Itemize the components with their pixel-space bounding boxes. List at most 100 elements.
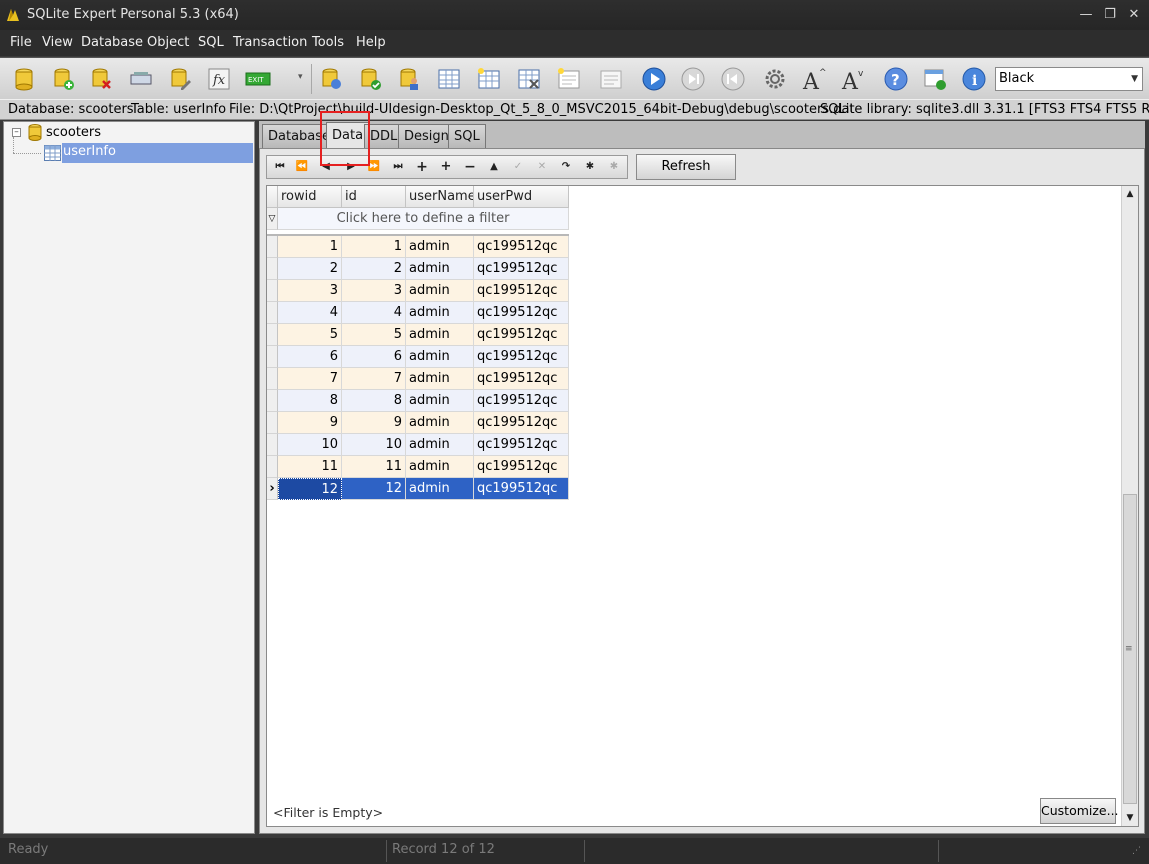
table-cell[interactable]: 8 (278, 390, 342, 412)
scroll-up-icon[interactable]: ▲ (1122, 186, 1138, 202)
row-indicator[interactable] (267, 302, 278, 324)
table-cell[interactable]: admin (406, 280, 474, 302)
table-cell[interactable]: admin (406, 412, 474, 434)
row-indicator[interactable] (267, 434, 278, 456)
row-indicator[interactable] (267, 346, 278, 368)
table-tools-icon[interactable] (436, 66, 462, 92)
table-cell[interactable]: admin (406, 324, 474, 346)
table-cell[interactable]: admin (406, 346, 474, 368)
font-decrease-icon[interactable]: A v (840, 66, 866, 92)
new-view-icon[interactable] (556, 66, 582, 92)
menu-view[interactable]: View (42, 35, 73, 50)
table-cell[interactable]: 1 (342, 236, 406, 258)
table-cell[interactable]: 7 (342, 368, 406, 390)
table-cell[interactable]: 2 (342, 258, 406, 280)
table-cell[interactable]: 10 (342, 434, 406, 456)
menu-tools[interactable]: Tools (312, 35, 344, 50)
table-cell[interactable]: admin (406, 236, 474, 258)
prior-record-icon[interactable]: ◀ (317, 159, 335, 175)
minimize-icon[interactable]: — (1077, 6, 1095, 24)
scroll-down-icon[interactable]: ▼ (1122, 810, 1138, 826)
save-bookmark-icon[interactable]: ✱ (581, 159, 599, 175)
table-cell[interactable]: admin (406, 302, 474, 324)
row-indicator[interactable] (267, 236, 278, 258)
table-cell[interactable]: qc199512qc (474, 434, 569, 456)
row-indicator[interactable] (267, 324, 278, 346)
tab-database[interactable]: Database (262, 124, 337, 148)
table-cell[interactable]: qc199512qc (474, 258, 569, 280)
delete-table-icon[interactable] (516, 66, 542, 92)
append-record-icon[interactable]: + (437, 159, 455, 175)
table-cell[interactable]: qc199512qc (474, 456, 569, 478)
new-database-icon[interactable] (11, 66, 37, 92)
new-table-icon[interactable] (476, 66, 502, 92)
table-cell[interactable]: 4 (342, 302, 406, 324)
toolbar-overflow-icon[interactable]: ▾ (298, 72, 303, 82)
refresh-data-icon[interactable]: ↷ (557, 159, 575, 175)
table-cell[interactable]: qc199512qc (474, 302, 569, 324)
add-database-icon[interactable] (50, 66, 76, 92)
table-cell[interactable]: 5 (342, 324, 406, 346)
column-header-rowid[interactable]: rowid (278, 186, 342, 208)
tree-node-database[interactable]: – scooters (8, 123, 253, 143)
table-cell[interactable]: 6 (342, 346, 406, 368)
menu-file[interactable]: File (10, 35, 32, 50)
row-indicator[interactable] (267, 456, 278, 478)
table-cell[interactable]: 6 (278, 346, 342, 368)
post-edit-icon[interactable]: ✓ (509, 159, 527, 175)
tab-design[interactable]: Design (398, 124, 455, 148)
theme-select[interactable]: Black ▼ (995, 67, 1143, 91)
table-cell[interactable]: admin (406, 368, 474, 390)
prior-page-icon[interactable]: ⏪ (293, 159, 311, 175)
font-increase-icon[interactable]: A ^ (801, 66, 827, 92)
remove-database-icon[interactable] (88, 66, 114, 92)
next-page-icon[interactable]: ⏩ (365, 159, 383, 175)
customize-button[interactable]: Customize... (1040, 798, 1119, 824)
table-cell[interactable]: 8 (342, 390, 406, 412)
help-icon[interactable]: ? (883, 66, 909, 92)
table-cell[interactable]: admin (406, 478, 474, 500)
table-cell[interactable]: qc199512qc (474, 478, 569, 500)
table-cell[interactable]: 2 (278, 258, 342, 280)
skip-back-icon[interactable] (720, 66, 746, 92)
table-cell[interactable]: admin (406, 456, 474, 478)
table-cell[interactable]: 10 (278, 434, 342, 456)
first-record-icon[interactable]: ⏮ (271, 159, 289, 175)
collapse-icon[interactable]: – (12, 128, 21, 137)
table-cell[interactable]: qc199512qc (474, 368, 569, 390)
table-cell[interactable]: qc199512qc (474, 412, 569, 434)
next-record-icon[interactable]: ▶ (342, 159, 360, 175)
row-indicator[interactable] (267, 258, 278, 280)
edit-database-icon[interactable] (167, 66, 193, 92)
filter-row-icon[interactable]: ▽ (267, 208, 278, 230)
resize-grip-icon[interactable]: ⋰ (1132, 846, 1141, 856)
cancel-edit-icon[interactable]: ✕ (533, 159, 551, 175)
insert-record-icon[interactable]: + (413, 159, 431, 175)
delete-record-icon[interactable]: − (461, 159, 479, 175)
column-header-id[interactable]: id (342, 186, 406, 208)
play-icon[interactable] (641, 66, 667, 92)
edit-view-icon[interactable] (598, 66, 624, 92)
table-cell[interactable]: 5 (278, 324, 342, 346)
menu-sql[interactable]: SQL (198, 35, 224, 50)
table-cell[interactable]: 11 (342, 456, 406, 478)
user-database-icon[interactable] (396, 66, 422, 92)
row-indicator[interactable] (267, 368, 278, 390)
table-cell[interactable]: qc199512qc (474, 390, 569, 412)
row-indicator[interactable] (267, 280, 278, 302)
refresh-database-icon[interactable] (318, 66, 344, 92)
row-indicator[interactable] (267, 390, 278, 412)
column-header-userPwd[interactable]: userPwd (474, 186, 569, 208)
vertical-scrollbar[interactable]: ▲ ≡ ▼ (1121, 186, 1138, 826)
table-cell[interactable]: 4 (278, 302, 342, 324)
table-cell[interactable]: 11 (278, 456, 342, 478)
row-indicator[interactable]: › (267, 478, 278, 500)
table-cell[interactable]: qc199512qc (474, 280, 569, 302)
edit-record-icon[interactable]: ▲ (485, 159, 503, 175)
skip-forward-icon[interactable] (680, 66, 706, 92)
table-cell[interactable]: qc199512qc (474, 236, 569, 258)
info-icon[interactable]: i (961, 66, 987, 92)
gear-icon[interactable] (762, 66, 788, 92)
function-icon[interactable]: fx (206, 66, 232, 92)
table-cell[interactable]: 3 (342, 280, 406, 302)
